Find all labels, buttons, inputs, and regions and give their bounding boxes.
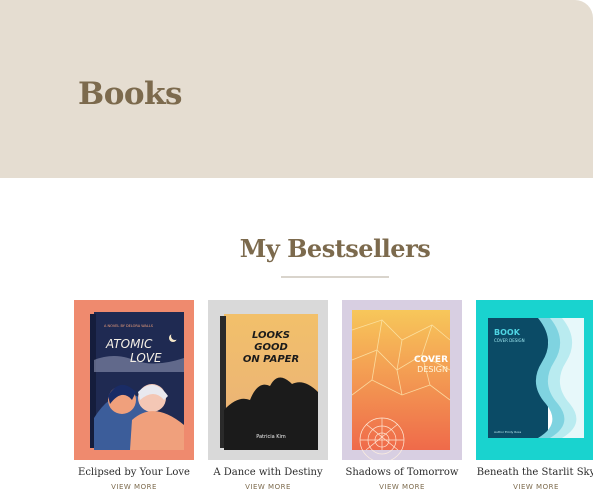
cover-title-line-1: BOOK [494, 328, 521, 337]
cover-title-line-1: ATOMIC [105, 337, 153, 351]
book-title[interactable]: A Dance with Destiny [198, 467, 338, 478]
view-more-link[interactable]: VIEW MORE [476, 483, 593, 491]
section-title: My Bestsellers [239, 234, 431, 263]
cover-kicker-text: A NOVEL BY DELORA WALLS [104, 324, 154, 328]
book-card[interactable]: A NOVEL BY DELORA WALLS ATOMIC LOVE Ecli… [74, 300, 194, 491]
book-card[interactable]: COVER DESIGN Shadows of Tomorrow VIEW MO… [342, 300, 462, 491]
cover-author: Patricia Kim [256, 434, 286, 440]
view-more-link[interactable]: VIEW MORE [74, 483, 194, 491]
cover-title-line-1: COVER [414, 355, 448, 365]
cover-title-line-2: LOVE [130, 351, 162, 365]
book-cover-image[interactable]: A NOVEL BY DELORA WALLS ATOMIC LOVE [74, 300, 194, 460]
cover-title-line-1: LOOKS [252, 330, 290, 341]
book-cover-image[interactable]: BOOK COVER DESIGN Author Emily Ross [476, 300, 593, 460]
view-more-link[interactable]: VIEW MORE [342, 483, 462, 491]
book-title[interactable]: Beneath the Starlit Sky [466, 467, 593, 478]
book-card[interactable]: BOOK COVER DESIGN Author Emily Ross Bene… [476, 300, 593, 491]
page-title: Books [78, 76, 183, 112]
cover-title-line-2: GOOD [254, 342, 288, 353]
page-header-banner: Books [0, 0, 593, 178]
book-card[interactable]: LOOKS GOOD ON PAPER Patricia Kim A Dance… [208, 300, 328, 491]
cover-title-line-3: ON PAPER [243, 354, 299, 365]
view-more-link[interactable]: VIEW MORE [208, 483, 328, 491]
section-divider [281, 276, 389, 278]
book-title[interactable]: Shadows of Tomorrow [332, 467, 472, 478]
book-cover-image[interactable]: LOOKS GOOD ON PAPER Patricia Kim [208, 300, 328, 460]
cover-title-line-2: DESIGN [417, 365, 448, 374]
book-title[interactable]: Eclipsed by Your Love [64, 467, 204, 478]
cover-title-line-2: COVER DESIGN [494, 338, 525, 343]
cover-author: Author Emily Ross [494, 430, 522, 434]
book-cover-image[interactable]: COVER DESIGN [342, 300, 462, 460]
